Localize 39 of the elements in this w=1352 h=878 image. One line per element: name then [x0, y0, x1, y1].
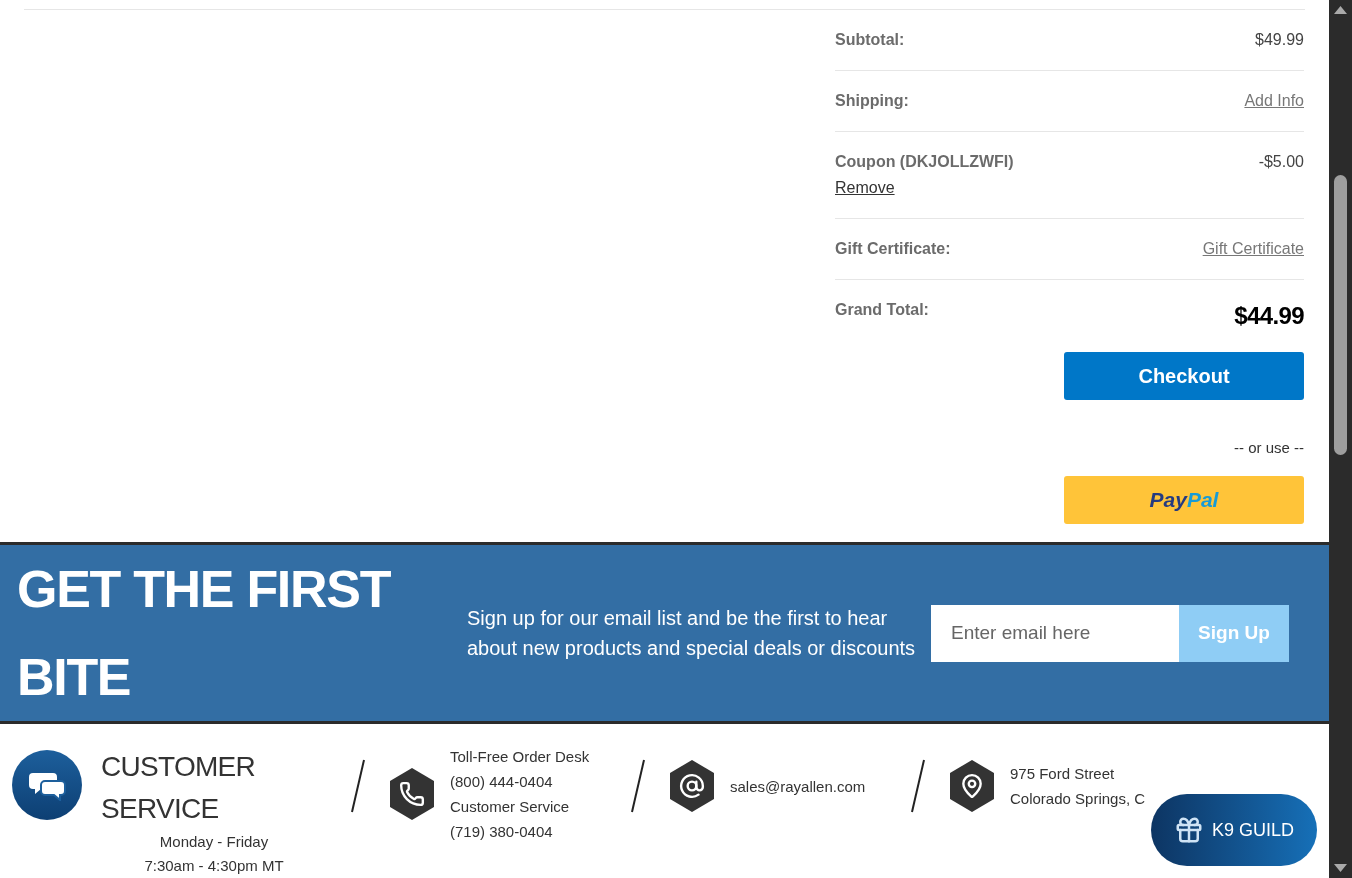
divider-line	[910, 758, 926, 814]
map-pin-icon	[948, 760, 996, 812]
summary-label: Grand Total:	[835, 300, 929, 320]
contact-text: Toll-Free Order Desk	[450, 747, 591, 767]
summary-label: Subtotal:	[835, 30, 905, 50]
at-sign-icon	[668, 760, 716, 812]
checkout-button[interactable]: Checkout	[1064, 352, 1304, 400]
divider-line	[630, 758, 646, 814]
scrollbar-thumb[interactable]	[1334, 175, 1347, 455]
summary-label: Gift Certificate:	[835, 239, 951, 259]
contact-text: 975 Ford Street	[1010, 764, 1116, 784]
customer-service-title: CUSTOMER SERVICE	[101, 750, 257, 826]
summary-label: Shipping:	[835, 91, 909, 111]
phone-icon	[388, 768, 436, 820]
divider-line	[350, 758, 366, 814]
summary-link[interactable]: Gift Certificate	[1202, 237, 1304, 261]
contact-text: Colorado Springs, C	[1010, 789, 1147, 809]
grand-total-value: $44.99	[1234, 301, 1304, 331]
gift-icon	[1174, 815, 1204, 845]
hours-text: Monday - Friday	[159, 832, 269, 852]
scroll-down-icon[interactable]	[1333, 863, 1348, 873]
summary-value: $49.99	[1255, 30, 1304, 50]
scroll-up-icon[interactable]	[1333, 5, 1348, 15]
contact-text: (800) 444-0404	[450, 772, 554, 792]
k9-guild-button[interactable]: K9 GUILD	[1151, 794, 1317, 866]
signup-headline: GET THE FIRST BITE	[17, 559, 392, 708]
or-use-text: -- or use --	[1234, 438, 1304, 458]
scrollbar[interactable]	[1329, 0, 1352, 878]
summary-label: Coupon (DKJOLLZWFI)	[835, 152, 1014, 172]
contact-text: sales@rayallen.com	[730, 776, 867, 797]
hours-text: 7:30am - 4:30pm MT	[144, 856, 284, 876]
email-field[interactable]: Enter email here	[931, 604, 1179, 662]
summary-link[interactable]: Add Info	[1244, 89, 1304, 113]
summary-value: -$5.00	[1258, 152, 1304, 172]
contact-text: Customer Service	[450, 797, 571, 817]
paypal-button[interactable]: PayPal	[1064, 475, 1304, 524]
signup-text: Sign up for our email list and be the first to hear about new products and special deals or discounts	[467, 606, 917, 661]
contact-text: (719) 380-0404	[450, 822, 554, 842]
remove-link[interactable]: Remove	[835, 176, 895, 200]
